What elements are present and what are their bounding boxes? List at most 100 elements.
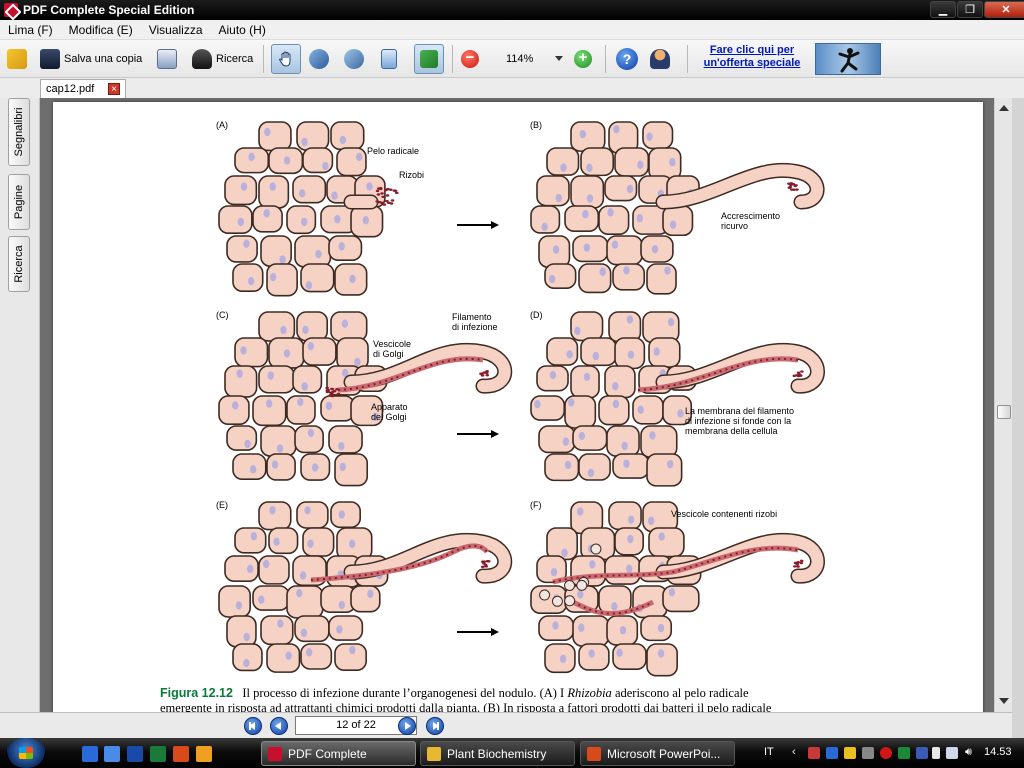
cell-nucleus: [619, 626, 627, 635]
zoom-out-button[interactable]: −: [461, 48, 479, 70]
scroll-down-arrow-icon[interactable]: [999, 698, 1009, 704]
cell-nucleus: [627, 515, 635, 524]
start-button[interactable]: [6, 738, 46, 768]
zoom-dropdown-chevron-icon[interactable]: [555, 56, 563, 61]
rhizobia-tip: [797, 373, 802, 376]
antivirus-icon[interactable]: [826, 747, 838, 759]
previous-page-icon[interactable]: [270, 717, 288, 735]
powerpoint-icon[interactable]: [173, 746, 189, 762]
scroll-thumb[interactable]: [997, 405, 1011, 419]
clock[interactable]: 14.53: [984, 746, 1012, 758]
cell-nucleus: [577, 507, 584, 516]
zoom-in-button[interactable]: +: [574, 48, 592, 70]
input-language-indicator[interactable]: IT: [764, 746, 774, 758]
explorer-icon[interactable]: [104, 746, 120, 762]
select-tool-button[interactable]: [309, 48, 329, 70]
cell-nucleus: [561, 548, 568, 558]
root-cell: [662, 585, 700, 613]
taskbar-item-powerpoint[interactable]: Microsoft PowerPoi...: [580, 741, 735, 766]
volume-icon[interactable]: 🔊︎: [965, 746, 972, 759]
root-cell: [536, 175, 570, 207]
network-icon[interactable]: [946, 747, 958, 759]
battery-icon[interactable]: [932, 747, 940, 759]
next-page-icon[interactable]: [398, 717, 416, 735]
close-button[interactable]: ✕: [984, 1, 1024, 18]
root-cell: [604, 365, 636, 399]
root-cell: [294, 235, 332, 268]
status-icon[interactable]: [880, 747, 892, 759]
rhizobia-tip: [482, 560, 487, 563]
sidebar-tab-search[interactable]: Ricerca: [8, 236, 30, 292]
golgi-vesicles: [336, 392, 341, 396]
cell-nucleus: [562, 437, 570, 446]
first-page-icon[interactable]: [244, 717, 262, 735]
search-label: Ricerca: [216, 53, 254, 65]
taskbar-item-pdf-complete[interactable]: PDF Complete: [261, 741, 416, 766]
hand-tool-button[interactable]: [271, 44, 301, 74]
menu-view[interactable]: Visualizza: [141, 23, 211, 37]
last-page-icon[interactable]: [426, 717, 444, 735]
sidebar-tab-pages[interactable]: Pagine: [8, 174, 30, 230]
media-player-icon[interactable]: [196, 746, 212, 762]
cell-nucleus: [263, 209, 270, 218]
save-copy-button[interactable]: Salva una copia: [40, 48, 142, 70]
cell-nucleus: [322, 161, 329, 171]
root-cell: [260, 615, 294, 646]
menu-help[interactable]: Aiuto (H): [211, 23, 274, 37]
document-viewport[interactable]: (A) (B) (C) (D) (E) (F) Pelo radicale Ri…: [40, 98, 994, 712]
root-cell: [604, 555, 641, 585]
root-cell: [260, 235, 292, 267]
root-cell: [302, 337, 337, 366]
vertical-scrollbar[interactable]: [994, 98, 1012, 712]
cell-nucleus: [592, 351, 599, 361]
search-button[interactable]: Ricerca: [192, 48, 253, 70]
offer-banner-image[interactable]: [815, 43, 881, 75]
cell-nucleus: [271, 460, 279, 469]
minimize-button[interactable]: ▁: [930, 1, 956, 18]
continuous-view-button[interactable]: [414, 44, 444, 74]
special-offer-link[interactable]: Fare clic qui per un'offerta speciale: [696, 44, 808, 70]
root-cell: [226, 425, 258, 451]
page-icon: [381, 49, 397, 69]
cell-nucleus: [277, 619, 284, 628]
menu-file[interactable]: Lima (F): [0, 23, 61, 37]
open-button[interactable]: [7, 48, 27, 70]
update-icon[interactable]: [844, 747, 856, 759]
root-cell: [232, 263, 264, 292]
document-tab[interactable]: cap12.pdf ×: [40, 79, 126, 98]
show-desktop-icon[interactable]: [82, 746, 98, 762]
scroll-up-arrow-icon[interactable]: [999, 105, 1009, 111]
cell-nucleus: [331, 191, 338, 200]
cell-nucleus: [612, 399, 620, 409]
excel-icon[interactable]: [150, 746, 166, 762]
root-cell: [662, 205, 694, 237]
account-button[interactable]: [650, 48, 670, 70]
cell-nucleus: [246, 564, 254, 574]
taskbar-item-plant-biochemistry[interactable]: Plant Biochemistry: [420, 741, 575, 766]
print-button[interactable]: [157, 48, 177, 70]
zoom-level[interactable]: 114%: [506, 53, 533, 65]
folder-icon: [427, 746, 441, 761]
tray-expand-chevron-icon[interactable]: ‹: [792, 746, 796, 758]
menu-edit[interactable]: Modifica (E): [61, 23, 141, 37]
cell-nucleus: [325, 401, 333, 411]
close-tab-icon[interactable]: ×: [108, 83, 120, 95]
sidebar-tab-bookmarks[interactable]: Segnalibri: [8, 98, 30, 166]
cell-nucleus: [244, 439, 251, 449]
snapshot-tool-button[interactable]: [344, 48, 364, 70]
windows-taskbar: PDF Complete Plant Biochemistry Microsof…: [0, 738, 1024, 768]
cell-nucleus: [550, 567, 558, 577]
cell-nucleus: [366, 182, 373, 191]
root-cell: [234, 527, 267, 554]
root-cell: [320, 585, 357, 614]
rhizobia-vesicle: [564, 580, 576, 592]
cell-nucleus: [338, 600, 345, 610]
security-shield-icon[interactable]: [808, 747, 820, 759]
maximize-button[interactable]: ❐: [957, 1, 983, 18]
word-icon[interactable]: [127, 746, 143, 762]
app-status-icon[interactable]: [898, 747, 910, 759]
bluetooth-icon[interactable]: [916, 747, 928, 759]
network-tool-icon[interactable]: [862, 747, 874, 759]
single-page-button[interactable]: [381, 48, 397, 70]
help-button[interactable]: ?: [616, 48, 638, 70]
